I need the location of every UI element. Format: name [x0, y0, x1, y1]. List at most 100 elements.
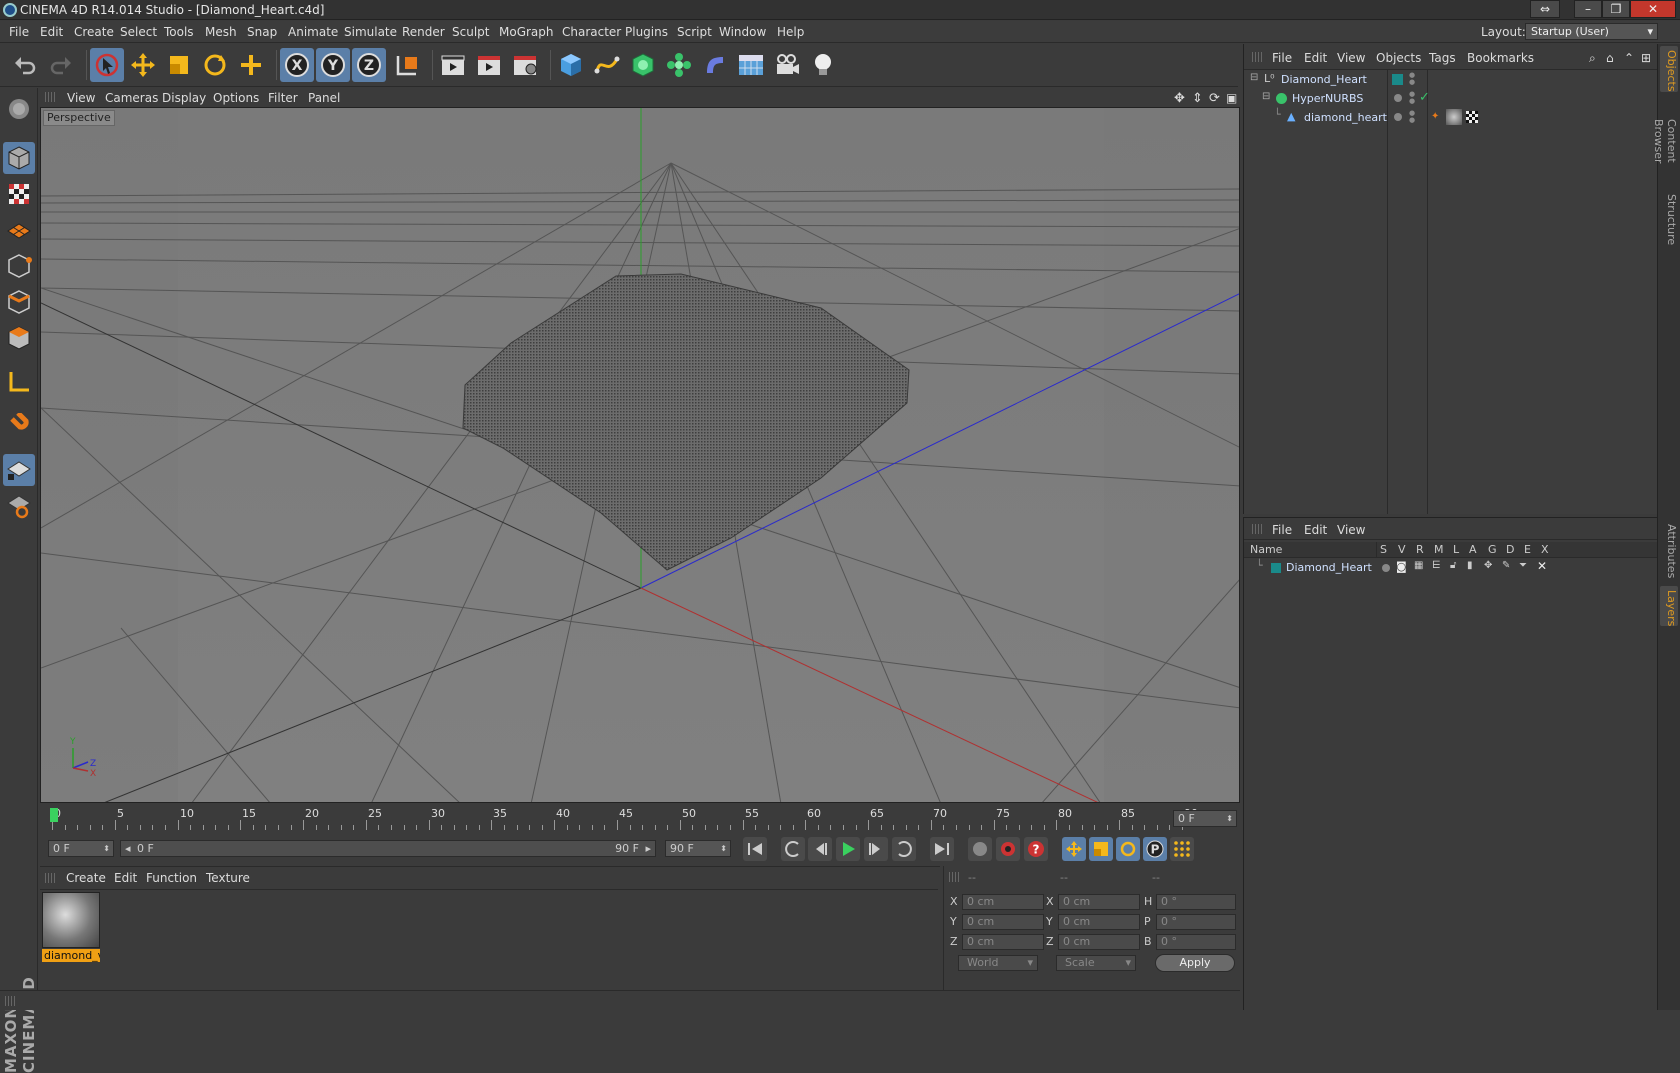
scene-floor-button[interactable] [734, 48, 768, 82]
redo-button[interactable] [44, 48, 78, 82]
layers-menu-edit[interactable]: Edit [1304, 523, 1327, 537]
x-axis-button[interactable]: X [280, 48, 314, 82]
previous-frame-button[interactable] [808, 837, 832, 861]
objects-menu-file[interactable]: File [1272, 51, 1292, 65]
menu-render[interactable]: Render [402, 25, 445, 39]
manager-icon[interactable]: ⋿ [1432, 560, 1441, 571]
solo-toggle-icon[interactable] [1382, 564, 1390, 572]
layers-menu-view[interactable]: View [1337, 523, 1365, 537]
next-key-button[interactable] [892, 837, 916, 861]
objects-menu-edit[interactable]: Edit [1304, 51, 1327, 65]
objects-menu-objects[interactable]: Objects [1376, 51, 1421, 65]
frame-range-slider[interactable]: ◂ 0 F 90 F ▸ [120, 840, 656, 857]
render-to-picture-viewer-button[interactable] [472, 48, 506, 82]
up-icon[interactable]: ⌃ [1624, 51, 1634, 65]
close-button[interactable]: ✕ [1630, 0, 1676, 18]
deformer-button[interactable] [698, 48, 732, 82]
checkmark-icon[interactable]: ✓ [1419, 90, 1430, 105]
column-view[interactable]: V [1398, 543, 1406, 556]
tab-objects[interactable]: Objects [1660, 46, 1678, 92]
previous-key-button[interactable] [781, 837, 805, 861]
objects-menu-view[interactable]: View [1337, 51, 1365, 65]
layer-color-swatch[interactable] [1271, 563, 1281, 573]
menu-tools[interactable]: Tools [164, 25, 194, 39]
viewport-menu-filter[interactable]: Filter [268, 91, 298, 105]
lock-icon[interactable]: 🔓︎ [1450, 560, 1456, 571]
layers-menu-file[interactable]: File [1272, 523, 1292, 537]
size-x-field[interactable]: 0 cm [1058, 894, 1140, 910]
start-frame-field[interactable]: 0 F ⬍ [48, 840, 114, 857]
viewport-menu-cameras[interactable]: Cameras [105, 91, 158, 105]
add-button[interactable] [234, 48, 268, 82]
coordinate-space-select[interactable]: World ▾ [958, 955, 1038, 971]
tab-structure[interactable]: Structure [1660, 190, 1678, 246]
objects-menu-bookmarks[interactable]: Bookmarks [1467, 51, 1534, 65]
column-generators[interactable]: G [1488, 543, 1497, 556]
quantize-button[interactable] [3, 490, 35, 522]
material-name[interactable]: diamond_v [42, 949, 100, 962]
column-xref[interactable]: X [1541, 543, 1549, 556]
layout-select[interactable]: Startup (User) ▾ [1525, 23, 1658, 40]
visibility-dots-icon[interactable]: ● ● [1409, 110, 1415, 124]
apply-button[interactable]: Apply [1155, 954, 1235, 972]
viewport-toggle-icon[interactable]: ▣ [1226, 91, 1237, 105]
rotate-button[interactable] [198, 48, 232, 82]
menu-sculpt[interactable]: Sculpt [452, 25, 489, 39]
column-deformers[interactable]: D [1506, 543, 1514, 556]
menu-file[interactable]: File [9, 25, 29, 39]
material-menu-texture[interactable]: Texture [206, 871, 250, 885]
object-row-diamond-heart-mesh[interactable]: └ ▲ diamond_heart ● ● ✦ [1244, 108, 1658, 127]
expression-icon[interactable]: ⏷ [1519, 560, 1527, 571]
material-thumbnail[interactable] [42, 892, 100, 948]
keyframe-selection-button[interactable]: ? [1024, 837, 1048, 861]
collapse-icon[interactable]: ⊟ [1250, 72, 1258, 83]
home-icon[interactable]: ⌂ [1606, 51, 1614, 65]
size-z-field[interactable]: 0 cm [1058, 934, 1140, 950]
texture-mode-button[interactable] [3, 178, 35, 210]
viewport-menu-display[interactable]: Display [162, 91, 206, 105]
layer-row[interactable]: └ Diamond_Heart ◙ ▦ ⋿ 🔓︎ ▮ ✥ ✎ ⏷ ✕ [1244, 559, 1658, 577]
restore-button[interactable]: ❐ [1602, 0, 1630, 18]
search-icon[interactable]: ⌕ [1589, 51, 1596, 66]
new-window-icon[interactable]: ⊞ [1641, 51, 1651, 65]
pos-z-field[interactable]: 0 cm [962, 934, 1044, 950]
rot-h-field[interactable]: 0 ° [1156, 894, 1236, 910]
menu-plugins[interactable]: Plugins [625, 25, 668, 39]
menu-select[interactable]: Select [120, 25, 157, 39]
z-axis-button[interactable]: Z [352, 48, 386, 82]
material-tag-icon[interactable] [1446, 109, 1462, 125]
menu-script[interactable]: Script [677, 25, 712, 39]
make-editable-button[interactable] [3, 93, 35, 125]
object-name[interactable]: HyperNURBS [1292, 92, 1363, 105]
material-menu-edit[interactable]: Edit [114, 871, 137, 885]
undo-button[interactable] [8, 48, 42, 82]
points-mode-button[interactable] [3, 250, 35, 282]
key-rotation-button[interactable] [1116, 837, 1140, 861]
rot-p-field[interactable]: 0 ° [1156, 914, 1236, 930]
current-frame-field[interactable]: 0 F ⬍ [1173, 810, 1237, 827]
coordinate-mode-select[interactable]: Scale ▾ [1056, 955, 1136, 971]
object-row-diamond-heart[interactable]: ⊟ L⁰ Diamond_Heart ● ● [1244, 70, 1658, 89]
phong-tag-icon[interactable]: ✦ [1431, 111, 1439, 122]
next-frame-button[interactable] [864, 837, 888, 861]
layer-color-swatch[interactable] [1392, 74, 1403, 85]
snap-button[interactable] [3, 410, 35, 442]
current-frame-marker[interactable] [50, 808, 58, 822]
viewport-menu-options[interactable]: Options [213, 91, 259, 105]
scale-button[interactable] [162, 48, 196, 82]
nurbs-button[interactable] [626, 48, 660, 82]
edges-mode-button[interactable] [3, 286, 35, 318]
object-name[interactable]: Diamond_Heart [1281, 73, 1367, 86]
go-to-end-button[interactable] [930, 837, 954, 861]
column-locked[interactable]: L [1453, 543, 1459, 556]
viewport-menu-panel[interactable]: Panel [308, 91, 340, 105]
timeline-ruler[interactable]: 051015202530354045505560657075808590 0 F… [40, 804, 1240, 832]
object-row-hypernurbs[interactable]: ⊟ HyperNURBS ● ● ✓ [1244, 89, 1658, 108]
coordinate-system-button[interactable] [390, 48, 424, 82]
render-clapper-icon[interactable]: ▦ [1414, 560, 1423, 571]
column-manager[interactable]: M [1434, 543, 1444, 556]
column-render[interactable]: R [1416, 543, 1424, 556]
go-to-start-button[interactable] [743, 837, 767, 861]
layer-dot-icon[interactable] [1394, 113, 1402, 121]
visibility-dots-icon[interactable]: ● ● [1409, 91, 1415, 105]
